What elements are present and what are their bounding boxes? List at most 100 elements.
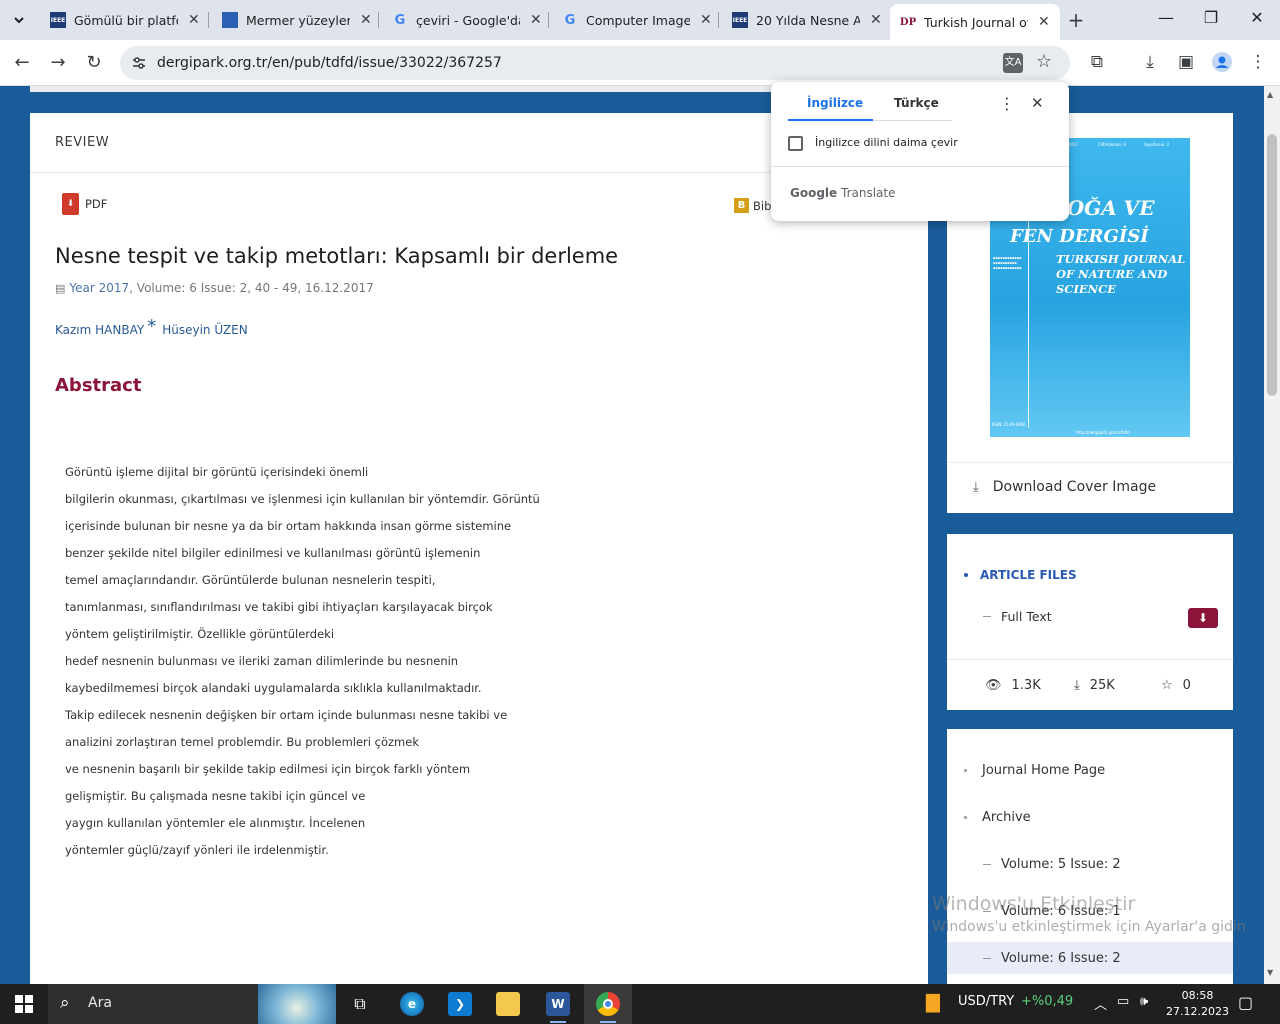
edge-app[interactable]: e — [388, 984, 436, 1024]
close-tab-icon[interactable]: ✕ — [700, 12, 712, 28]
abstract-line: yöntemler güçlü/zayıf yönleri ile irdele… — [65, 843, 329, 857]
url-text[interactable]: dergipark.org.tr/en/pub/tdfd/issue/33022… — [157, 55, 502, 71]
brand-translate: Translate — [841, 186, 896, 200]
views-stat: 👁 1.3K — [985, 678, 1041, 693]
system-clock[interactable]: 08:58 27.12.2023 — [1166, 988, 1229, 1020]
nav-archive[interactable]: Archive — [964, 810, 1031, 825]
windows-start-icon[interactable] — [15, 995, 33, 1013]
close-tab-icon[interactable]: ✕ — [360, 12, 372, 28]
favorites-stat[interactable]: ☆ 0 — [1161, 678, 1191, 693]
bookmark-star-icon[interactable]: ☆ — [1036, 51, 1052, 72]
notification-icon[interactable]: ▢ — [1238, 993, 1253, 1012]
cover-title-en: TURKISH JOURNAL OF NATURE AND SCIENCE — [1056, 252, 1186, 296]
download-icon[interactable]: ⤓ — [1139, 52, 1161, 72]
tab-search-button[interactable] — [6, 8, 32, 32]
author-link[interactable]: Hüseyin ÜZEN — [162, 323, 247, 337]
pdf-link[interactable]: ⬇ PDF — [62, 193, 107, 215]
taskbar-search[interactable]: ⌕ Ara — [48, 984, 336, 1024]
bullet-icon — [964, 769, 967, 772]
more-options-icon[interactable]: ⋮ — [999, 94, 1015, 113]
plus-icon: + — [1067, 8, 1085, 32]
close-tab-icon[interactable]: ✕ — [870, 12, 882, 28]
google-favicon-icon: G — [564, 12, 576, 28]
tab-20-yilda[interactable]: IEEE 20 Yılda Nesne Alg ✕ — [722, 4, 892, 36]
download-cover-link[interactable]: ⤓ Download Cover Image — [973, 479, 1156, 495]
nav-volume-5-2[interactable]: Volume: 5 Issue: 2 — [983, 857, 1121, 872]
close-window-button[interactable]: ✕ — [1245, 8, 1269, 27]
file-explorer-app[interactable] — [484, 984, 532, 1024]
activation-watermark-title: Windows'u Etkinleştir — [932, 893, 1136, 915]
tab-turkish-journal[interactable]: DP Turkish Journal of ✕ — [890, 4, 1060, 40]
full-text-item[interactable]: Full Text — [983, 609, 1052, 624]
side-panel-icon[interactable]: ▣ — [1175, 52, 1197, 72]
site-info-icon[interactable] — [130, 54, 148, 72]
reload-button[interactable]: ↻ — [82, 52, 106, 73]
back-button[interactable]: ← — [10, 52, 34, 73]
tab-computer-image[interactable]: G Computer Image P ✕ — [552, 4, 722, 36]
always-translate-label[interactable]: İngilizce dilini daima çevir — [815, 136, 958, 149]
close-tab-icon[interactable]: ✕ — [530, 12, 542, 28]
author-link[interactable]: Kazım HANBAY — [55, 323, 144, 337]
chrome-app[interactable] — [584, 984, 632, 1024]
profile-avatar-icon[interactable] — [1211, 52, 1233, 77]
network-icon[interactable]: ▭ — [1117, 994, 1129, 1009]
abstract-line: benzer şekilde nitel bilgiler edinilmesi… — [65, 546, 481, 560]
cover-site: http://dergipark.gov.tr/tdfd — [1076, 430, 1130, 435]
journal-nav-card: Journal Home Page Archive Volume: 5 Issu… — [947, 729, 1233, 984]
translate-tab-source[interactable]: İngilizce — [807, 96, 863, 110]
abstract-line: temel amaçlarındandır. Görüntülerde bulu… — [65, 573, 436, 587]
full-text-download-button[interactable]: ⬇ — [1188, 608, 1218, 628]
tab-divider — [378, 12, 379, 28]
tab-mermer[interactable]: Mermer yüzeylerin ✕ — [212, 4, 382, 36]
reload-icon: ↻ — [86, 52, 102, 73]
year-link[interactable]: Year 2017 — [69, 281, 129, 295]
tab-strip: IEEE Gömülü bir platfor ✕ Mermer yüzeyle… — [0, 0, 1280, 40]
minimize-button[interactable]: — — [1154, 8, 1178, 27]
chevron-up-icon[interactable]: ︿ — [1094, 994, 1107, 1013]
nav-journal-home[interactable]: Journal Home Page — [964, 763, 1105, 778]
always-translate-checkbox[interactable] — [788, 136, 803, 151]
downloads-stat: ⤓ 25K — [1074, 678, 1115, 693]
translate-icon[interactable]: 文A — [1003, 53, 1023, 73]
new-tab-button[interactable]: + — [1064, 8, 1088, 32]
chrome-menu-icon[interactable]: ⋮ — [1247, 52, 1269, 72]
nav-label: Volume: 6 Issue: 2 — [1001, 951, 1121, 966]
full-text-label: Full Text — [1001, 609, 1052, 624]
translate-tab-target[interactable]: Türkçe — [894, 96, 939, 110]
close-tab-icon[interactable]: ✕ — [188, 12, 200, 28]
page-scrollbar[interactable]: ▲ ▼ — [1264, 86, 1280, 984]
ticker-change[interactable]: +%0,49 — [1021, 994, 1073, 1009]
abstract-line: yöntem geliştirilmiştir. Özellikle görün… — [65, 627, 335, 641]
tab-label: Turkish Journal of — [924, 14, 1028, 30]
edge-icon: e — [400, 992, 424, 1016]
word-icon: W — [546, 992, 570, 1016]
restore-button[interactable]: ❐ — [1199, 8, 1223, 27]
search-highlight-image — [258, 984, 336, 1024]
bibtex-link[interactable]: B Bib — [734, 198, 771, 213]
volume-icon[interactable]: 🕪 — [1140, 994, 1148, 1009]
forward-button[interactable]: → — [46, 52, 70, 73]
tab-divider — [718, 12, 719, 28]
task-view-button[interactable]: ⧉ — [336, 984, 384, 1024]
search-placeholder: Ara — [88, 995, 112, 1011]
vscode-app[interactable]: ❯ — [436, 984, 484, 1024]
page-viewport: REVIEW ⬇ PDF B Bib Nesne tespit ve takip… — [0, 86, 1264, 984]
scroll-up-icon[interactable]: ▲ — [1267, 90, 1273, 99]
scroll-down-icon[interactable]: ▼ — [1267, 968, 1273, 977]
abstract-line: hedef nesnenin bulunması ve ileriki zama… — [65, 654, 459, 668]
address-bar[interactable]: dergipark.org.tr/en/pub/tdfd/issue/33022… — [120, 46, 1070, 80]
translate-popup: İngilizce Türkçe ⋮ ✕ İngilizce dilini da… — [771, 82, 1069, 221]
close-popup-icon[interactable]: ✕ — [1031, 94, 1044, 112]
currency-widget-icon[interactable]: ▇ — [926, 992, 940, 1013]
tab-ceviri[interactable]: G çeviri - Google'da / ✕ — [382, 4, 552, 36]
tab-gomulu[interactable]: IEEE Gömülü bir platfor ✕ — [40, 4, 210, 36]
close-tab-icon[interactable]: ✕ — [1038, 14, 1050, 30]
nav-label: Journal Home Page — [982, 763, 1106, 778]
tab-label: Mermer yüzeylerin — [246, 12, 350, 28]
scrollbar-thumb[interactable] — [1267, 134, 1277, 396]
extensions-icon[interactable]: ⧉ — [1086, 52, 1108, 72]
clock-time: 08:58 — [1181, 989, 1214, 1002]
ticker-symbol[interactable]: USD/TRY — [958, 994, 1014, 1009]
word-app[interactable]: W — [534, 984, 582, 1024]
nav-volume-6-2[interactable]: Volume: 6 Issue: 2 — [983, 951, 1121, 966]
